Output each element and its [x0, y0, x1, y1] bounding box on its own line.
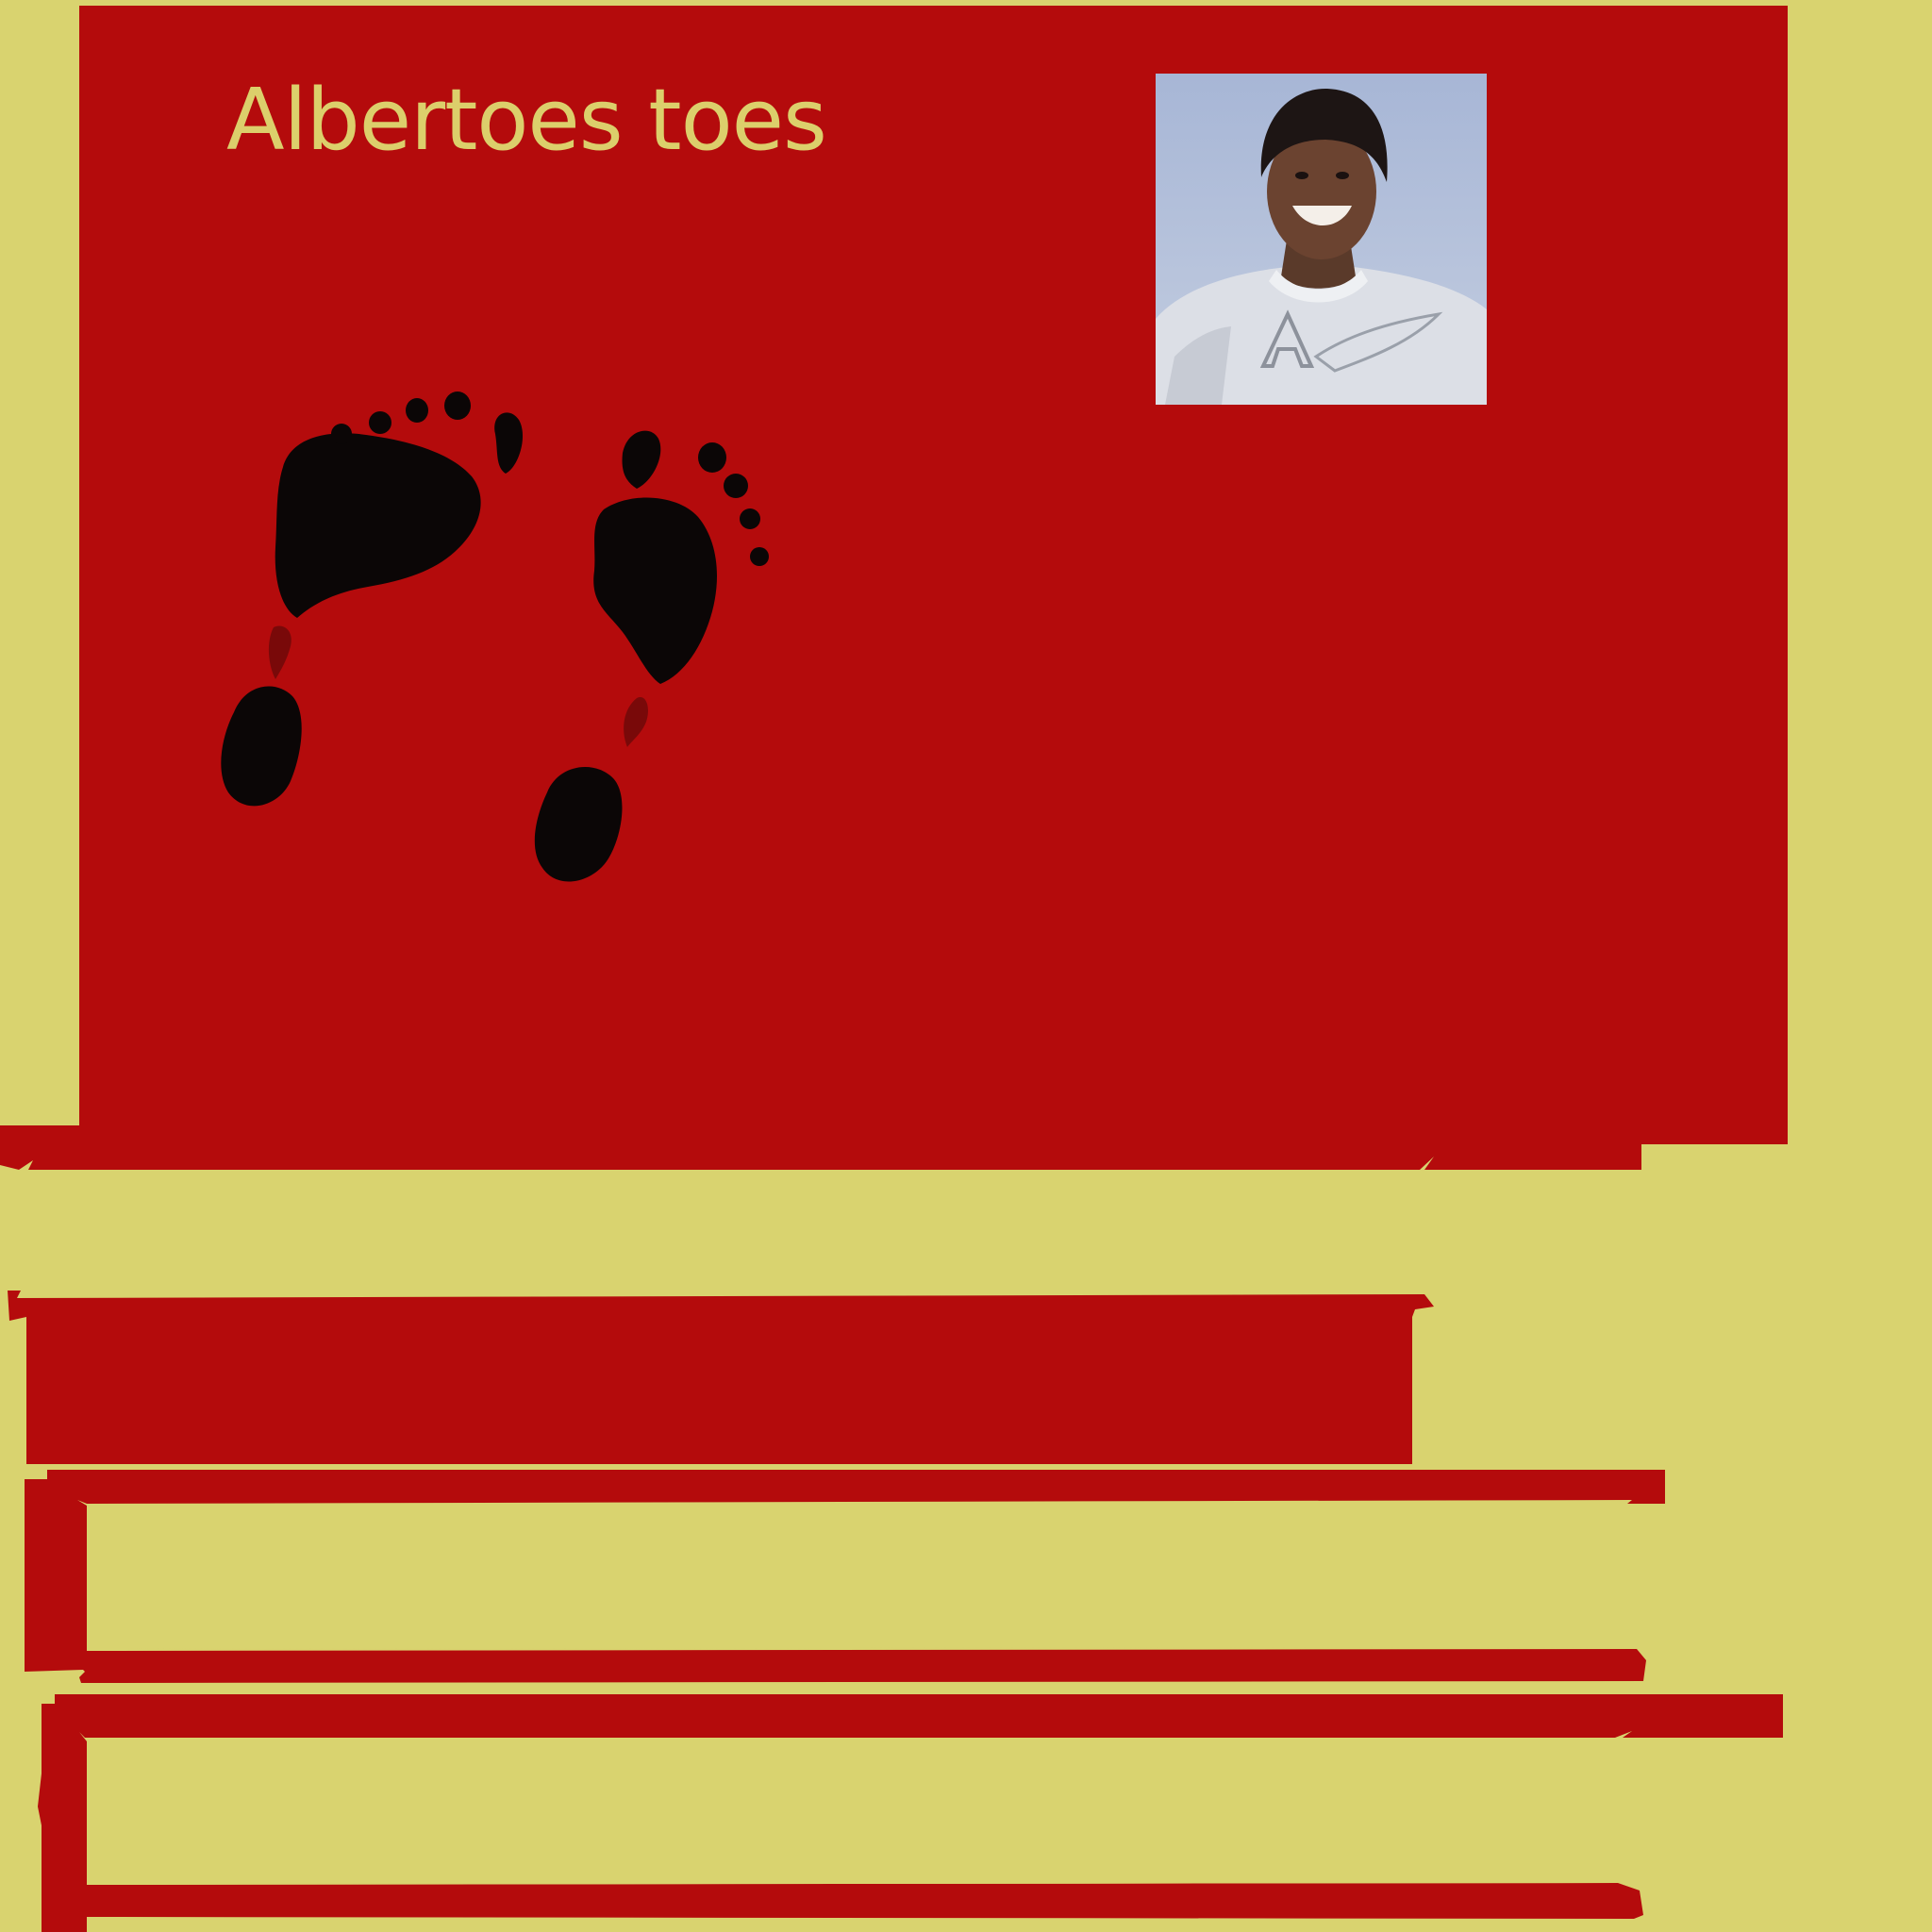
- banner-bar: [8, 1291, 1434, 1464]
- page: Albertoes toes: [0, 0, 1932, 1932]
- footprints-icon: [208, 377, 792, 906]
- profile-photo: [1156, 74, 1487, 405]
- page-title: Albertoes toes: [226, 71, 827, 170]
